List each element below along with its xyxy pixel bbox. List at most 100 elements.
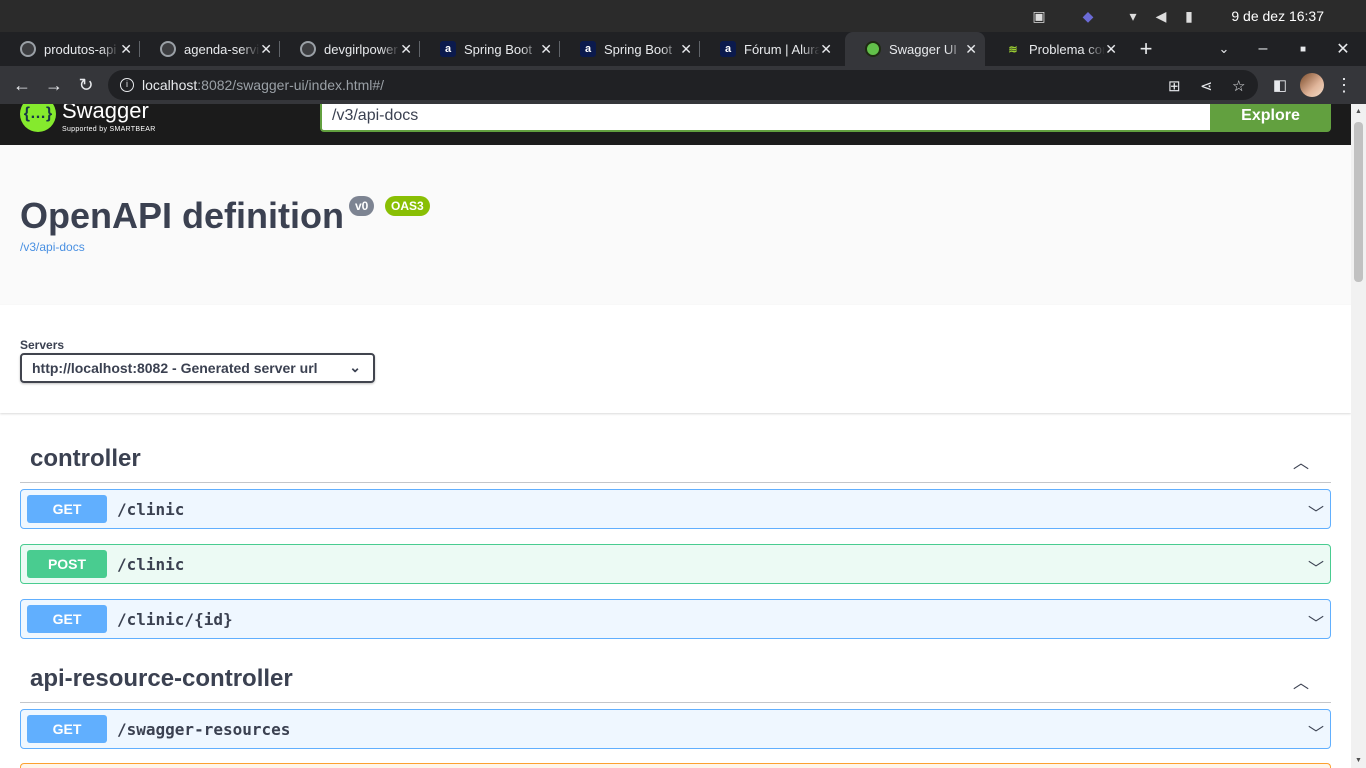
tab-title: Spring Boot [464, 41, 532, 57]
site-info-icon[interactable]: i [120, 78, 134, 92]
page-viewport: {…} Swagger Supported by SMARTBEAR Explo… [0, 104, 1351, 768]
tag-section-controller: controller ︿ [20, 435, 1331, 483]
scrollbar-thumb[interactable] [1354, 122, 1363, 282]
tab-problema-com[interactable]: ≋ Problema com ✕ [985, 32, 1125, 66]
tag-section-api-resource-controller: api-resource-controller ︿ [20, 655, 1331, 703]
side-panel-icon[interactable]: ◧ [1268, 73, 1292, 97]
wifi-icon[interactable]: ▾ [1124, 7, 1142, 25]
url-host: localhost [142, 77, 198, 93]
tab-title: agenda-servico [184, 41, 260, 57]
swagger-logo-subtitle: Supported by SMARTBEAR [62, 126, 156, 133]
alura-icon: a [440, 41, 456, 57]
back-icon[interactable]: ← [10, 73, 34, 97]
window-close-icon[interactable]: ✕ [1328, 32, 1358, 66]
tab-title: Problema com [1029, 41, 1105, 57]
tab-agenda-servico[interactable]: agenda-servico ✕ [140, 32, 280, 66]
chevron-down-icon[interactable]: ﹀ [1308, 555, 1324, 579]
github-icon [20, 41, 36, 57]
chevron-up-icon[interactable]: ︿ [1293, 449, 1309, 473]
method-badge: POST [27, 550, 107, 578]
operation-post-clinic[interactable]: POST /clinic ﹀ [20, 544, 1331, 584]
tag-name: api-resource-controller [30, 665, 293, 692]
reload-icon[interactable]: ↻ [74, 73, 98, 97]
new-tab-icon[interactable]: + [1131, 32, 1161, 66]
tab-produtos-api[interactable]: produtos-api ✕ [0, 32, 140, 66]
operation-get-clinic[interactable]: GET /clinic ﹀ [20, 489, 1331, 529]
bookmark-star-icon[interactable]: ☆ [1232, 77, 1245, 95]
os-top-bar: ▣ ◆ ▾ ◀ ▮ 9 de dez 16:37 [0, 0, 1366, 32]
close-icon[interactable]: ✕ [820, 41, 832, 58]
clock[interactable]: 9 de dez 16:37 [1231, 8, 1324, 24]
tag-header[interactable]: api-resource-controller ︿ [20, 655, 1331, 703]
version-badge: v0 [349, 196, 375, 216]
chevron-down-icon: ⌄ [349, 359, 361, 375]
tag-name: controller [30, 445, 141, 472]
close-icon[interactable]: ✕ [680, 41, 692, 58]
page-title: OpenAPI definition [20, 195, 344, 236]
volume-icon[interactable]: ◀ [1152, 7, 1170, 25]
servers-section: Servers http://localhost:8082 - Generate… [0, 305, 1351, 413]
server-select[interactable]: http://localhost:8082 - Generated server… [20, 353, 375, 383]
page-scrollbar[interactable]: ▲ ▼ [1351, 104, 1366, 768]
close-icon[interactable]: ✕ [400, 41, 412, 58]
operation-get-swagger-resources[interactable]: GET /swagger-resources ﹀ [20, 709, 1331, 749]
chevron-up-icon[interactable]: ︿ [1293, 669, 1309, 693]
close-icon[interactable]: ✕ [120, 41, 132, 58]
spec-url-input[interactable] [320, 104, 1211, 132]
scroll-up-icon[interactable]: ▲ [1355, 108, 1362, 115]
tab-title: Spring Boot [604, 41, 672, 57]
battery-icon[interactable]: ▮ [1180, 7, 1198, 25]
operation-get-clinic-id[interactable]: GET /clinic/{id} ﹀ [20, 599, 1331, 639]
scroll-down-icon[interactable]: ▼ [1355, 757, 1362, 764]
explore-button[interactable]: Explore [1210, 104, 1331, 132]
close-icon[interactable]: ✕ [1105, 41, 1117, 58]
github-icon [300, 41, 316, 57]
address-toolbar: ← → ↻ i localhost:8082/swagger-ui/index.… [0, 66, 1366, 104]
close-icon[interactable]: ✕ [260, 41, 272, 58]
forward-icon[interactable]: → [42, 73, 66, 97]
url-path: :8082/swagger-ui/index.html#/ [197, 77, 385, 93]
operation-partial[interactable] [20, 763, 1331, 768]
tab-swagger-ui[interactable]: Swagger UI ✕ [845, 32, 985, 66]
tab-spring-boot-1[interactable]: a Spring Boot ✕ [420, 32, 560, 66]
tab-spring-boot-2[interactable]: a Spring Boot ✕ [560, 32, 700, 66]
github-icon [160, 41, 176, 57]
spec-link[interactable]: /v3/api-docs [20, 240, 85, 254]
tab-title: produtos-api [44, 41, 117, 57]
server-select-value: http://localhost:8082 - Generated server… [32, 360, 318, 376]
oas-badge: OAS3 [385, 196, 430, 216]
servers-label: Servers [20, 338, 65, 352]
address-bar[interactable]: i localhost:8082/swagger-ui/index.html#/… [108, 70, 1258, 100]
menu-icon[interactable]: ⋮ [1332, 73, 1356, 97]
operation-path: /clinic/{id} [117, 609, 233, 629]
swagger-logo-text: Swagger [62, 104, 149, 123]
swagger-logo-icon[interactable]: {…} [20, 104, 56, 132]
swagger-icon [865, 41, 881, 57]
translate-icon[interactable]: ⊞ [1168, 77, 1181, 95]
teams-icon[interactable]: ◆ [1079, 7, 1097, 25]
operation-path: /clinic [117, 554, 185, 574]
share-icon[interactable]: ⋖ [1200, 77, 1213, 95]
chevron-down-icon[interactable]: ﹀ [1308, 610, 1324, 634]
tab-strip: produtos-api ✕ agenda-servico ✕ devgirlp… [0, 32, 1366, 66]
tab-title: Fórum | Alura [744, 41, 820, 57]
operation-path: /swagger-resources [117, 719, 291, 739]
avatar[interactable] [1300, 73, 1324, 97]
operation-path: /clinic [117, 499, 185, 519]
maximize-icon[interactable]: ■ [1288, 32, 1318, 66]
chevron-down-icon[interactable]: ﹀ [1308, 720, 1324, 744]
tab-search-chevron-icon[interactable]: ⌄ [1209, 32, 1239, 66]
chevron-down-icon[interactable]: ﹀ [1308, 500, 1324, 524]
close-icon[interactable]: ✕ [965, 41, 977, 58]
stackoverflow-icon: ≋ [1008, 43, 1018, 56]
method-badge: GET [27, 495, 107, 523]
display-icon[interactable]: ▣ [1030, 7, 1048, 25]
tag-header[interactable]: controller ︿ [20, 435, 1331, 483]
tab-forum-alura[interactable]: a Fórum | Alura ✕ [700, 32, 840, 66]
alura-icon: a [720, 41, 736, 57]
method-badge: GET [27, 605, 107, 633]
minimize-icon[interactable]: – [1248, 32, 1278, 66]
tab-devgirlpower[interactable]: devgirlpower ✕ [280, 32, 420, 66]
method-badge: GET [27, 715, 107, 743]
close-icon[interactable]: ✕ [540, 41, 552, 58]
